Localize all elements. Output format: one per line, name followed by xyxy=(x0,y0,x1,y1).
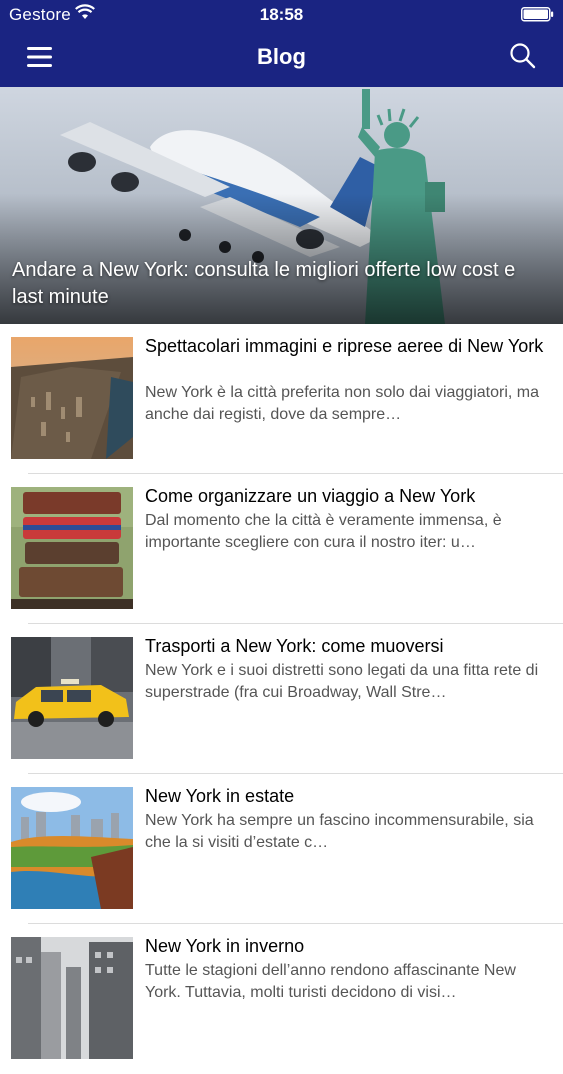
article-thumbnail xyxy=(11,337,133,459)
status-bar: Gestore 18:58 xyxy=(0,0,563,30)
article-title: New York in inverno xyxy=(145,936,305,956)
article-list-item[interactable]: New York in inverno Tutte le stagioni de… xyxy=(0,924,563,1074)
article-title: Trasporti a New York: come muoversi xyxy=(145,636,444,656)
article-excerpt: New York ha sempre un fascino incommensu… xyxy=(145,812,534,851)
navigation-bar: Blog xyxy=(0,30,563,87)
article-list-item[interactable]: Trasporti a New York: come muoversi New … xyxy=(0,624,563,774)
article-list-item[interactable]: Come organizzare un viaggio a New York D… xyxy=(0,474,563,624)
page-title: Blog xyxy=(257,44,306,69)
article-excerpt: Dal momento che la città è veramente imm… xyxy=(145,512,502,551)
search-button[interactable] xyxy=(509,42,537,70)
article-thumbnail xyxy=(11,637,133,759)
search-icon xyxy=(510,43,536,69)
article-list: Spettacolari immagini e riprese aeree di… xyxy=(0,324,563,1074)
battery-icon xyxy=(521,7,554,27)
app-header: Gestore 18:58 Blog xyxy=(0,0,563,87)
article-excerpt: New York è la città preferita non solo d… xyxy=(145,384,539,423)
status-time: 18:58 xyxy=(259,5,304,24)
article-title: Spettacolari immagini e riprese aeree di… xyxy=(145,336,544,356)
article-title: New York in estate xyxy=(145,786,295,806)
article-list-item[interactable]: Spettacolari immagini e riprese aeree di… xyxy=(0,324,563,474)
article-thumbnail xyxy=(11,787,133,909)
article-list-item[interactable]: New York in estate New York ha sempre un… xyxy=(0,774,563,924)
article-title: Come organizzare un viaggio a New York xyxy=(145,486,476,506)
featured-article-title: Andare a New York: consulta le migliori … xyxy=(12,259,516,308)
article-excerpt: Tutte le stagioni dell’anno rendono affa… xyxy=(145,962,516,1001)
article-thumbnail xyxy=(11,487,133,609)
article-thumbnail xyxy=(11,937,133,1059)
article-excerpt: New York e i suoi distretti sono legati … xyxy=(145,662,539,701)
featured-article[interactable]: Andare a New York: consulta le migliori … xyxy=(0,87,563,324)
